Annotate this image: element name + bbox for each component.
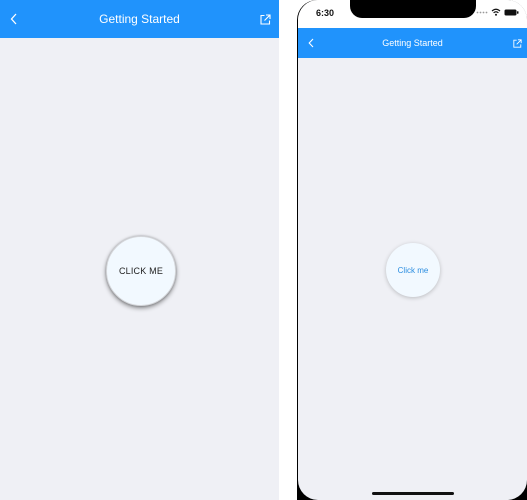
status-bar: 6:30 [298, 0, 527, 28]
home-indicator[interactable] [372, 492, 454, 495]
click-me-button[interactable]: CLICK ME [106, 236, 176, 306]
page-title: Getting Started [382, 38, 443, 48]
open-external-button[interactable] [511, 28, 523, 58]
notch [350, 0, 476, 18]
battery-icon [504, 9, 519, 15]
open-external-icon [512, 38, 522, 48]
wifi-icon [491, 8, 501, 16]
status-icons [476, 8, 519, 16]
page-title: Getting Started [99, 12, 180, 26]
app-bar: Getting Started [0, 0, 279, 38]
ios-screen: 6:30 Getting Started Click me [298, 0, 527, 500]
open-external-icon [259, 13, 271, 25]
status-time: 6:30 [316, 8, 335, 18]
nav-bar: Getting Started [298, 28, 527, 58]
android-screen: Getting Started CLICK ME [0, 0, 279, 500]
click-me-button[interactable]: Click me [386, 243, 440, 297]
open-external-button[interactable] [257, 0, 273, 38]
signal-dots-icon [476, 11, 488, 14]
